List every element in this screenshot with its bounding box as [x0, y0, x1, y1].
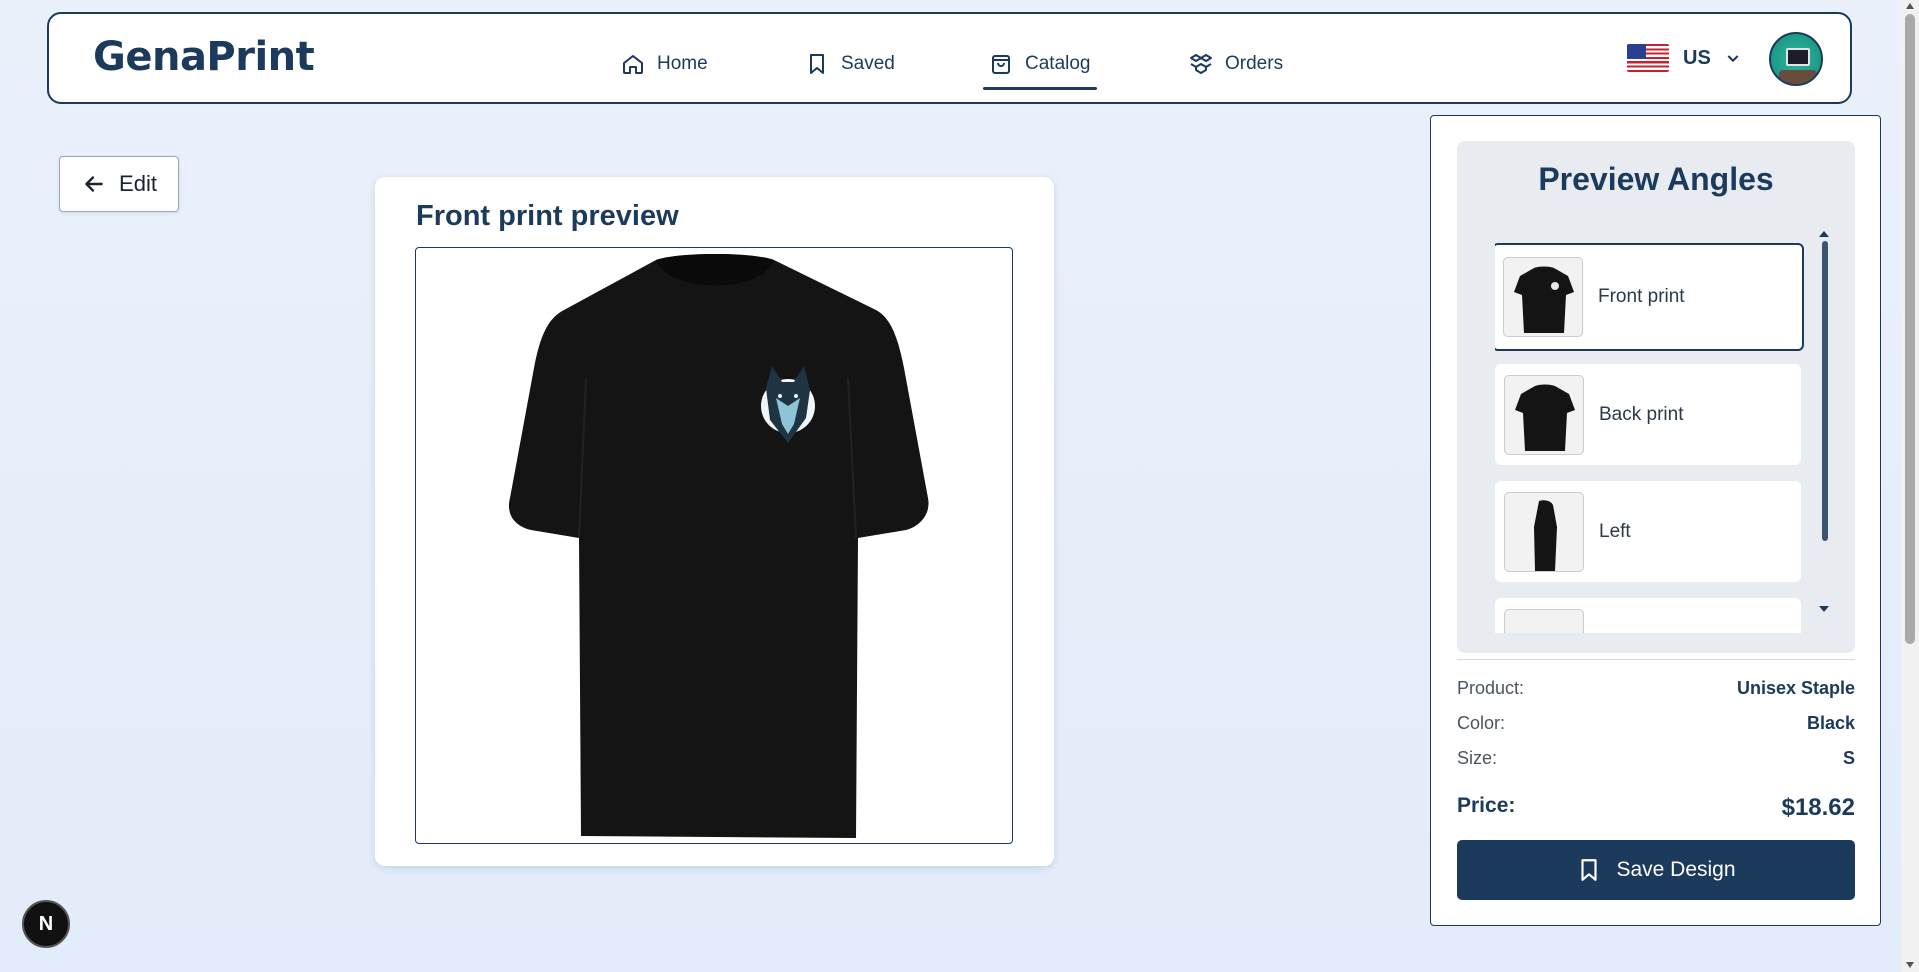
- angles-scrollbar[interactable]: [1822, 241, 1828, 541]
- angle-item-back[interactable]: Back print: [1495, 364, 1801, 465]
- angle-thumb-front: [1503, 257, 1583, 337]
- angle-item-left[interactable]: Left: [1495, 481, 1801, 582]
- price-row: Price: $18.62: [1457, 794, 1855, 822]
- page-scroll-thumb[interactable]: [1905, 14, 1915, 644]
- bookmark-icon: [810, 54, 824, 74]
- product-row: Product: Unisex Staple: [1457, 678, 1855, 699]
- chevron-down-icon: [1727, 55, 1739, 63]
- brand-logo[interactable]: GenaPrint: [93, 34, 315, 80]
- user-avatar[interactable]: [1769, 32, 1823, 86]
- nav-saved-label: Saved: [841, 53, 895, 74]
- angle-thumb-back: [1504, 374, 1584, 455]
- size-label: Size:: [1457, 748, 1498, 768]
- preview-angles-box: Preview Angles Front print Back print Le…: [1457, 141, 1855, 653]
- save-design-button[interactable]: Save Design: [1457, 840, 1855, 900]
- color-row: Color: Black: [1457, 713, 1855, 734]
- price-label: Price:: [1457, 794, 1516, 817]
- preview-card: Front print preview: [375, 177, 1054, 866]
- scroll-up-icon[interactable]: [1819, 231, 1829, 237]
- nav-orders[interactable]: Orders: [1189, 44, 1283, 84]
- product-value: Unisex Staple: [1736, 678, 1855, 698]
- panel-divider: [1457, 659, 1855, 660]
- color-value: Black: [1806, 713, 1855, 733]
- edit-label: Edit: [119, 171, 157, 196]
- language-label: US: [1683, 46, 1711, 69]
- size-row: Size: S: [1457, 748, 1855, 769]
- product-label: Product:: [1457, 678, 1525, 698]
- side-panel: Preview Angles Front print Back print Le…: [1430, 115, 1881, 926]
- nav-catalog-label: Catalog: [1025, 53, 1091, 74]
- package-icon: [1190, 54, 1212, 74]
- us-flag-icon: [1627, 44, 1669, 72]
- tshirt-front-image: [508, 254, 929, 838]
- dev-tools-badge[interactable]: N: [22, 900, 70, 948]
- scroll-down-icon[interactable]: [1819, 606, 1829, 612]
- save-design-label: Save Design: [1616, 858, 1736, 881]
- angle-item-front[interactable]: Front print: [1495, 243, 1804, 351]
- angle-label-front: Front print: [1598, 286, 1685, 307]
- angle-label-left: Left: [1599, 520, 1631, 542]
- language-selector[interactable]: US: [1627, 44, 1741, 72]
- angles-title: Preview Angles: [1538, 161, 1774, 197]
- nav-orders-label: Orders: [1225, 53, 1284, 74]
- bookmark-icon: [1581, 859, 1598, 881]
- edit-back-button[interactable]: Edit: [59, 156, 179, 212]
- nav-home[interactable]: Home: [621, 44, 708, 84]
- home-icon: [623, 55, 643, 74]
- nav-saved[interactable]: Saved: [805, 44, 895, 84]
- price-value: $18.62: [1781, 794, 1855, 821]
- scroll-arrow-up-icon[interactable]: [1906, 3, 1914, 9]
- preview-image-frame: [415, 247, 1013, 844]
- nav-home-label: Home: [657, 53, 708, 74]
- angles-list: Front print Back print Left: [1495, 243, 1805, 633]
- angle-thumb-more: [1504, 608, 1584, 633]
- angle-item-more[interactable]: [1495, 598, 1801, 633]
- top-navbar: GenaPrint Home Saved Catalog Orders US: [47, 12, 1852, 104]
- shopping-bag-icon: [992, 55, 1010, 74]
- scroll-arrow-down-icon[interactable]: [1906, 962, 1914, 968]
- color-label: Color:: [1457, 713, 1506, 733]
- angle-label-back: Back print: [1599, 403, 1684, 425]
- angle-thumb-left: [1504, 491, 1584, 572]
- preview-title: Front print preview: [416, 200, 679, 232]
- page-scrollbar[interactable]: [1901, 0, 1919, 972]
- size-value: S: [1842, 748, 1855, 768]
- nav-catalog[interactable]: Catalog: [983, 44, 1096, 90]
- arrow-left-icon: [85, 176, 103, 192]
